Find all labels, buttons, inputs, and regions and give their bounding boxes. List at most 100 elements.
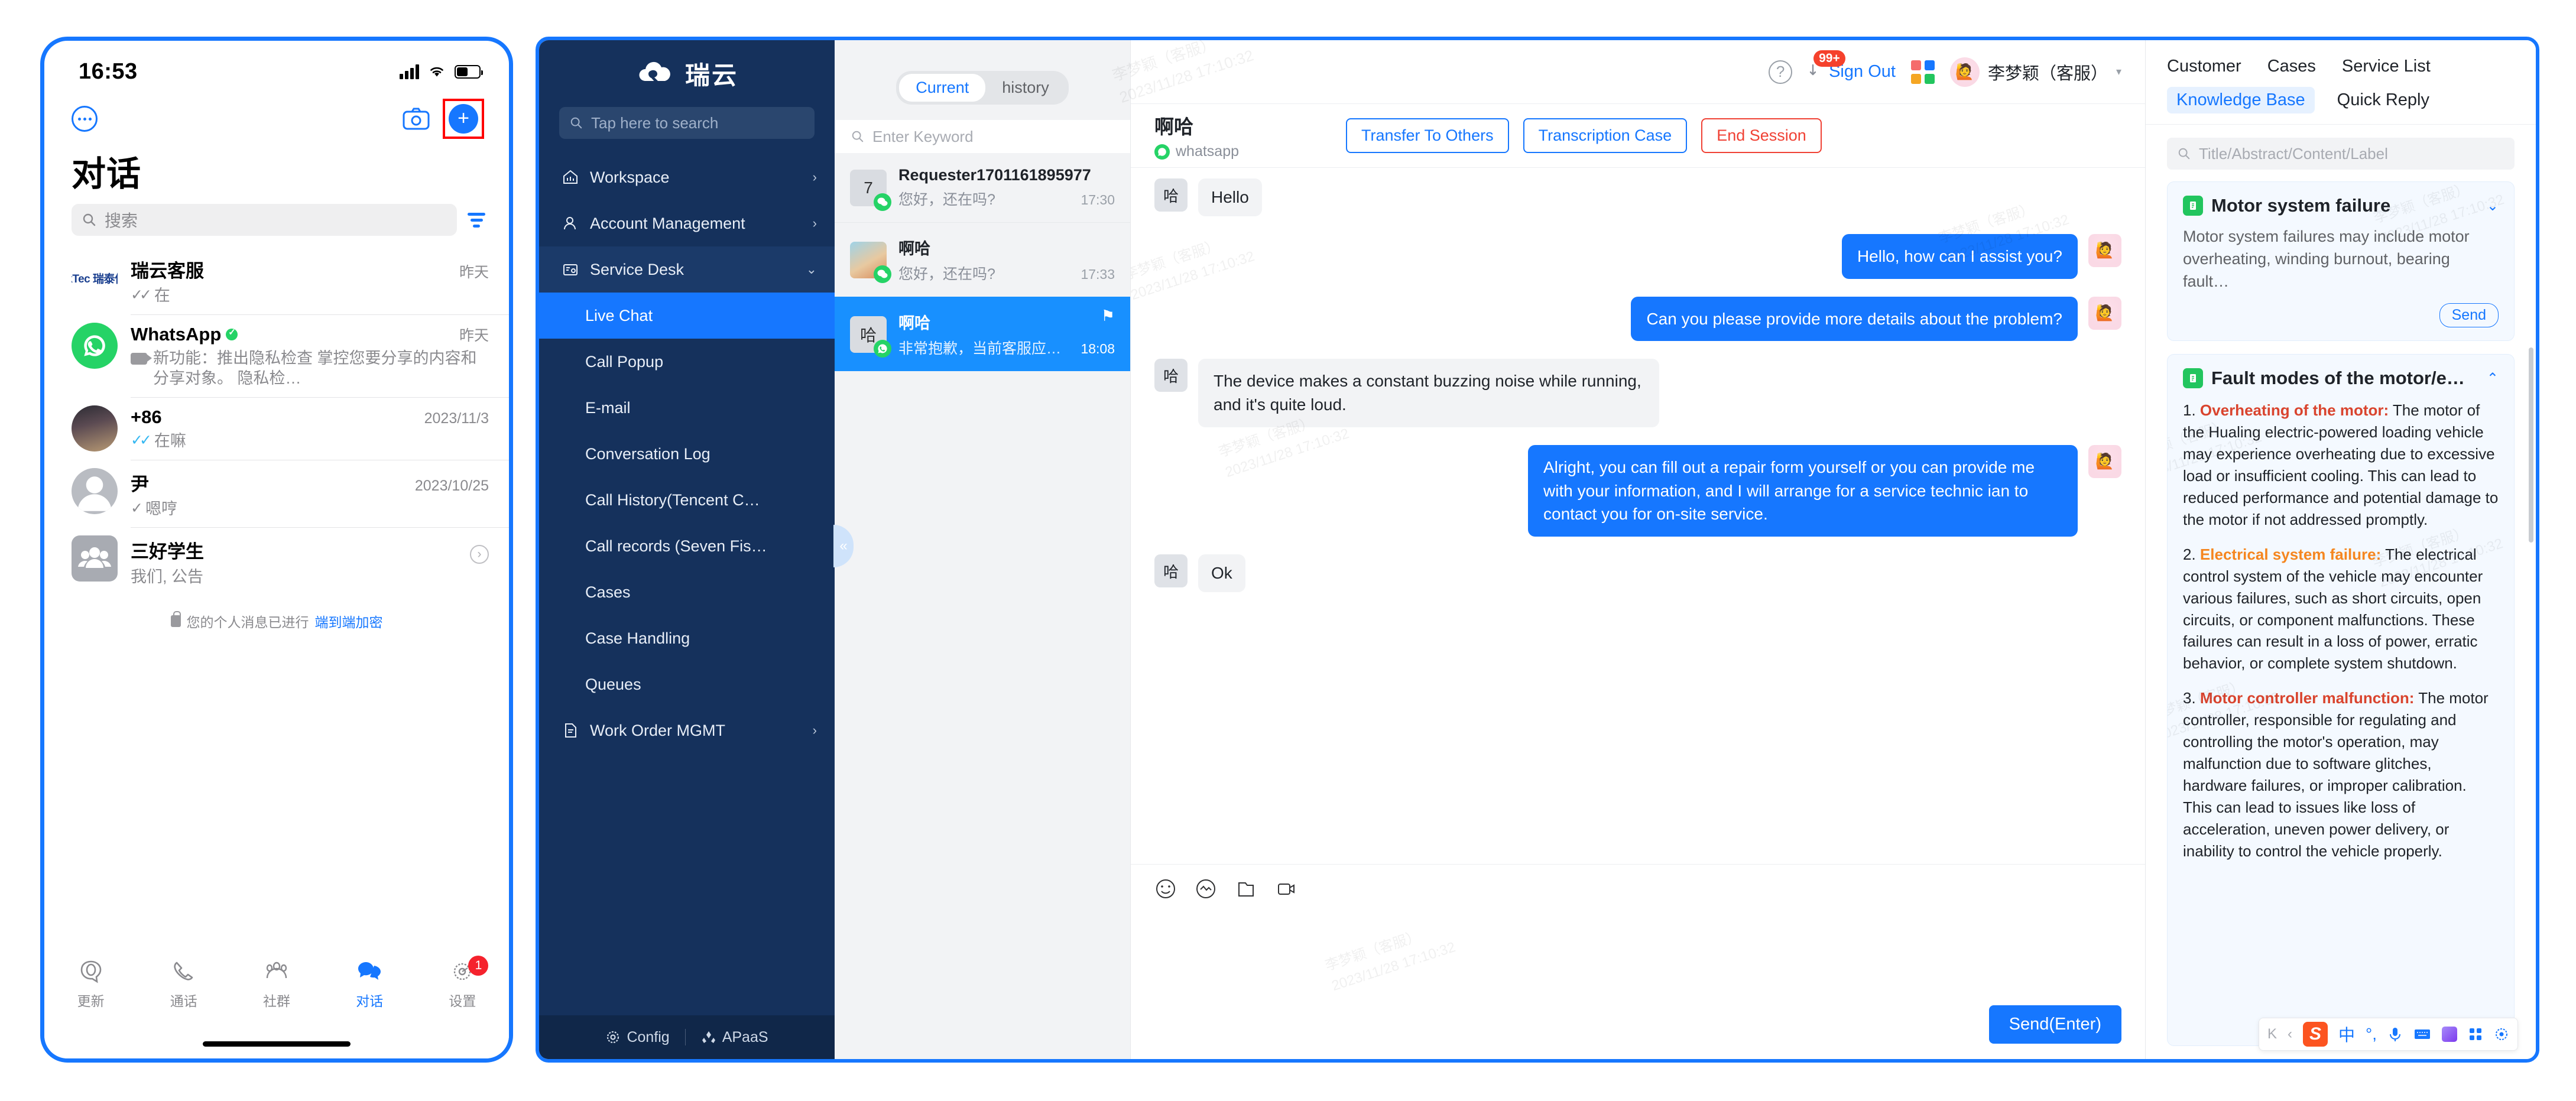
ime-punctuation-icon[interactable]: °, — [2366, 1025, 2377, 1044]
sidebar-item-queues[interactable]: Queues — [539, 661, 835, 707]
list-item[interactable]: WhatsApp 昨天 新功能：推出隐私检查 掌控您要分享的内容和分享对象。 隐… — [44, 314, 509, 397]
knowledge-card[interactable]: 李梦颖（客服） 2023/11/28 17:10:32 李梦颖（客服） 2023/1… — [2167, 354, 2515, 1046]
sidebar-item-cases[interactable]: Cases — [539, 569, 835, 615]
apps-icon[interactable] — [2468, 1027, 2483, 1042]
status-badge: 1 — [468, 956, 489, 976]
send-button[interactable]: Send(Enter) — [1988, 1005, 2121, 1044]
user-menu[interactable]: 🙋 李梦颖（客服） ▾ — [1949, 57, 2121, 87]
sidebar-item-work-order-mgmt[interactable]: Work Order MGMT › — [539, 707, 835, 754]
message-bubble: Hello, how can I assist you? — [1841, 233, 2078, 279]
gear-icon — [607, 1031, 619, 1044]
avatar: 🙋 — [2088, 444, 2121, 478]
sidebar-item-service-desk[interactable]: Service Desk ⌄ — [539, 246, 835, 293]
knowledge-card[interactable]: 李梦颖（客服） 2023/11/28 17:10:32 Motor system … — [2167, 180, 2515, 342]
list-item[interactable]: +86 2023/11/3 ✓✓ 在嘛 — [44, 397, 509, 460]
tab-customer[interactable]: Customer — [2167, 57, 2241, 76]
tab-service-list[interactable]: Service List — [2342, 57, 2431, 76]
sign-out-button[interactable]: 99+ Sign Out — [1808, 50, 1896, 82]
tab-settings[interactable]: 1 设置 — [416, 956, 509, 1010]
tab-quick-reply[interactable]: Quick Reply — [2328, 87, 2439, 113]
conversation-item[interactable]: ⚑ 哈 啊哈 非常抱歉，当前客服应接不暇… 18:08 — [835, 297, 1130, 371]
keyword-input[interactable]: Enter Keyword — [835, 120, 1130, 153]
apaas-button[interactable]: APaaS — [701, 1029, 768, 1046]
new-chat-button[interactable]: + — [449, 104, 478, 134]
chevron-down-icon[interactable]: ⌄ — [2487, 197, 2499, 215]
ime-prev-icon[interactable]: ‹ — [2288, 1026, 2292, 1042]
avatar-label: 哈 — [859, 326, 877, 345]
chat-time: 2023/10/25 — [414, 477, 489, 494]
filter-icon[interactable] — [468, 212, 485, 228]
scrollbar[interactable] — [2529, 347, 2533, 543]
chevron-down-icon: ▾ — [2116, 66, 2121, 77]
ime-first-icon[interactable]: K — [2267, 1026, 2277, 1042]
folder-icon[interactable] — [1235, 878, 1257, 900]
end-session-button[interactable]: End Session — [1701, 118, 1822, 153]
tab-calls[interactable]: 通话 — [137, 959, 230, 1010]
emoji-icon[interactable] — [1154, 878, 1177, 900]
help-icon[interactable]: ? — [1769, 60, 1793, 84]
camera-icon[interactable] — [403, 107, 430, 131]
sidebar-search-input[interactable]: Tap here to search — [559, 107, 815, 139]
tab-cases[interactable]: Cases — [2267, 57, 2316, 76]
tab-knowledge-base[interactable]: Knowledge Base — [2167, 87, 2315, 113]
sidebar-item-case-handling[interactable]: Case Handling — [539, 615, 835, 661]
wechat-channel-icon — [874, 265, 891, 283]
skin-icon[interactable] — [2442, 1027, 2457, 1042]
chevron-right-icon[interactable]: › — [470, 545, 489, 564]
tab-history[interactable]: history — [985, 74, 1066, 102]
list-item[interactable]: 三好学生 › 我们, 公告 — [44, 527, 509, 596]
conversation-item[interactable]: 7 Requester1701161895977 您好，还在吗? 17:30 — [835, 153, 1130, 222]
knowledge-search-input[interactable]: Title/Abstract/Content/Label — [2167, 138, 2515, 170]
sidebar-item-call-popup[interactable]: Call Popup — [539, 339, 835, 385]
chat-name: +86 — [131, 406, 162, 427]
transcription-case-button[interactable]: Transcription Case — [1523, 118, 1688, 153]
sticker-icon[interactable] — [1195, 878, 1217, 900]
sidebar-item-label: Workspace — [590, 168, 670, 186]
ime-chinese-mode-icon[interactable]: 中 — [2338, 1022, 2355, 1046]
sidebar-item-workspace[interactable]: Workspace › — [539, 154, 835, 200]
avatar: 7 — [850, 169, 891, 211]
conversation-preview: 您好，还在吗? — [898, 266, 995, 282]
encryption-link[interactable]: 端到端加密 — [315, 611, 383, 631]
flag-icon[interactable]: ⚑ — [1101, 307, 1115, 325]
list-item[interactable]: RekTec 瑞泰信息 瑞云客服 昨天 ✓✓在 — [44, 246, 509, 314]
video-icon[interactable] — [1275, 878, 1297, 900]
keyboard-icon[interactable] — [2413, 1027, 2431, 1041]
avatar — [72, 405, 118, 452]
tab-current[interactable]: Current — [899, 74, 986, 102]
tab-communities[interactable]: 社群 — [230, 959, 323, 1010]
config-button[interactable]: Config — [605, 1029, 670, 1046]
sidebar-item-account-management[interactable]: Account Management › — [539, 200, 835, 246]
transfer-to-others-button[interactable]: Transfer To Others — [1346, 118, 1509, 153]
sidebar-item-call-history[interactable]: Call History(Tencent C… — [539, 477, 835, 523]
collapse-panel-button[interactable]: « — [833, 525, 854, 567]
phone-icon — [174, 962, 193, 980]
sidebar-item-label: Service Desk — [590, 260, 684, 278]
conversation-item[interactable]: 啊哈 您好，还在吗? 17:33 — [835, 222, 1130, 297]
search-input[interactable]: 搜索 — [72, 204, 457, 236]
tab-label: 对话 — [356, 993, 384, 1009]
sidebar-item-live-chat[interactable]: Live Chat — [539, 293, 835, 339]
chats-icon — [358, 962, 381, 980]
sidebar-item-conversation-log[interactable]: Conversation Log — [539, 431, 835, 477]
send-knowledge-button[interactable]: Send — [2439, 303, 2499, 328]
apps-grid-icon[interactable] — [1910, 60, 1935, 84]
sidebar-item-call-records[interactable]: Call records (Seven Fis… — [539, 523, 835, 569]
chat-header-info: 啊哈 whatsapp — [1154, 111, 1332, 160]
sogou-logo-icon[interactable]: S — [2303, 1022, 2328, 1047]
settings-icon[interactable] — [2494, 1027, 2509, 1042]
avatar — [72, 322, 118, 369]
chat-header: 啊哈 whatsapp Transfer To Others Transcrip… — [1131, 104, 2145, 168]
tab-chats[interactable]: 对话 — [323, 959, 416, 1010]
avatar: 哈 — [850, 316, 891, 358]
brand-name: 瑞云 — [684, 61, 738, 89]
sidebar-item-email[interactable]: E-mail — [539, 385, 835, 431]
chat-panel: 李梦颖（客服） 2023/11/28 17:10:32 ? 99+ Sign Ou… — [1110, 40, 2146, 1059]
mic-icon[interactable] — [2387, 1026, 2403, 1042]
chevron-up-icon[interactable]: ⌃ — [2487, 370, 2499, 387]
tab-updates[interactable]: 更新 — [44, 959, 137, 1010]
list-item[interactable]: 尹 2023/10/25 ✓ 嗯哼 — [44, 459, 509, 528]
sidebar-item-label: Work Order MGMT — [590, 721, 725, 739]
meta-ai-icon[interactable] — [72, 106, 98, 132]
avatar — [72, 467, 118, 514]
